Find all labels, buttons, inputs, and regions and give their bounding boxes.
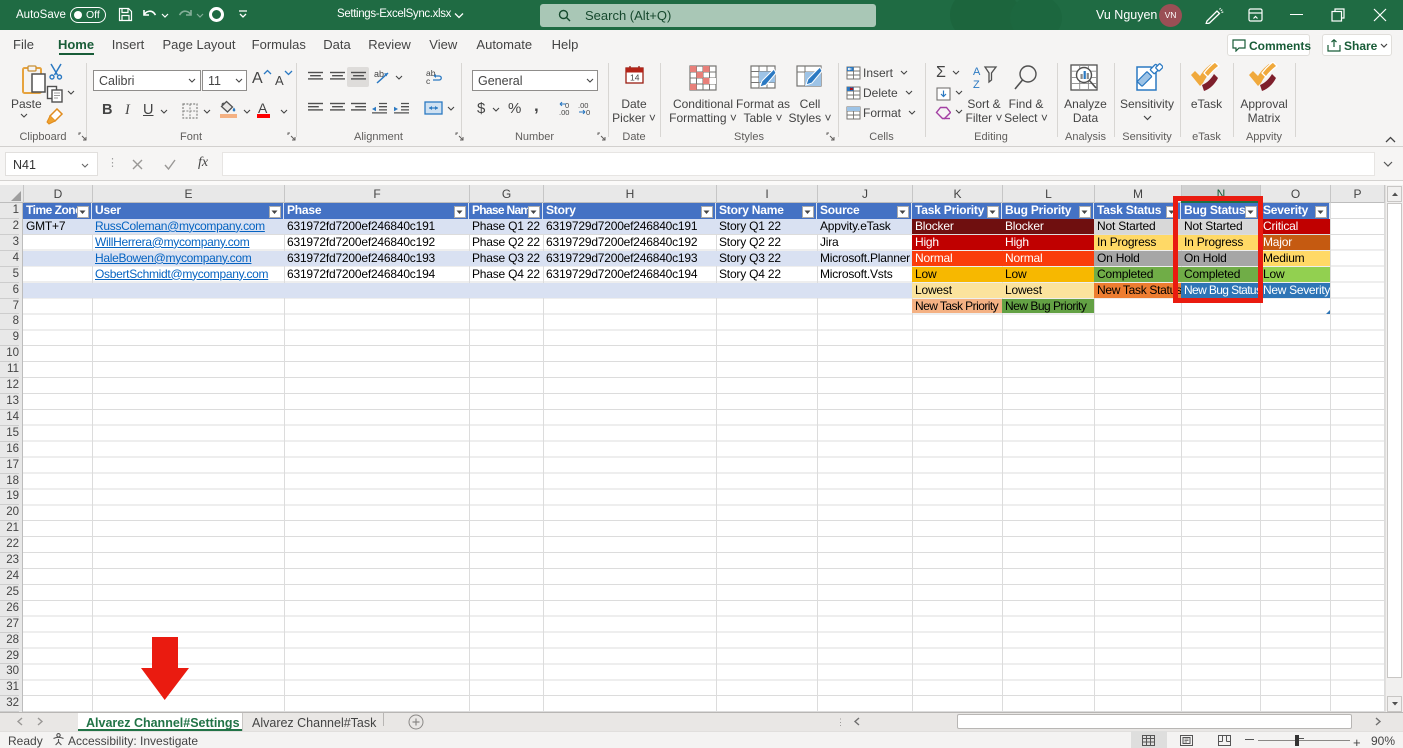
svg-text:14: 14 <box>630 73 640 83</box>
svg-text:.00: .00 <box>559 108 569 116</box>
svg-text:Z: Z <box>973 79 980 91</box>
svg-text:0: 0 <box>586 108 590 116</box>
svg-text:A: A <box>973 66 981 78</box>
